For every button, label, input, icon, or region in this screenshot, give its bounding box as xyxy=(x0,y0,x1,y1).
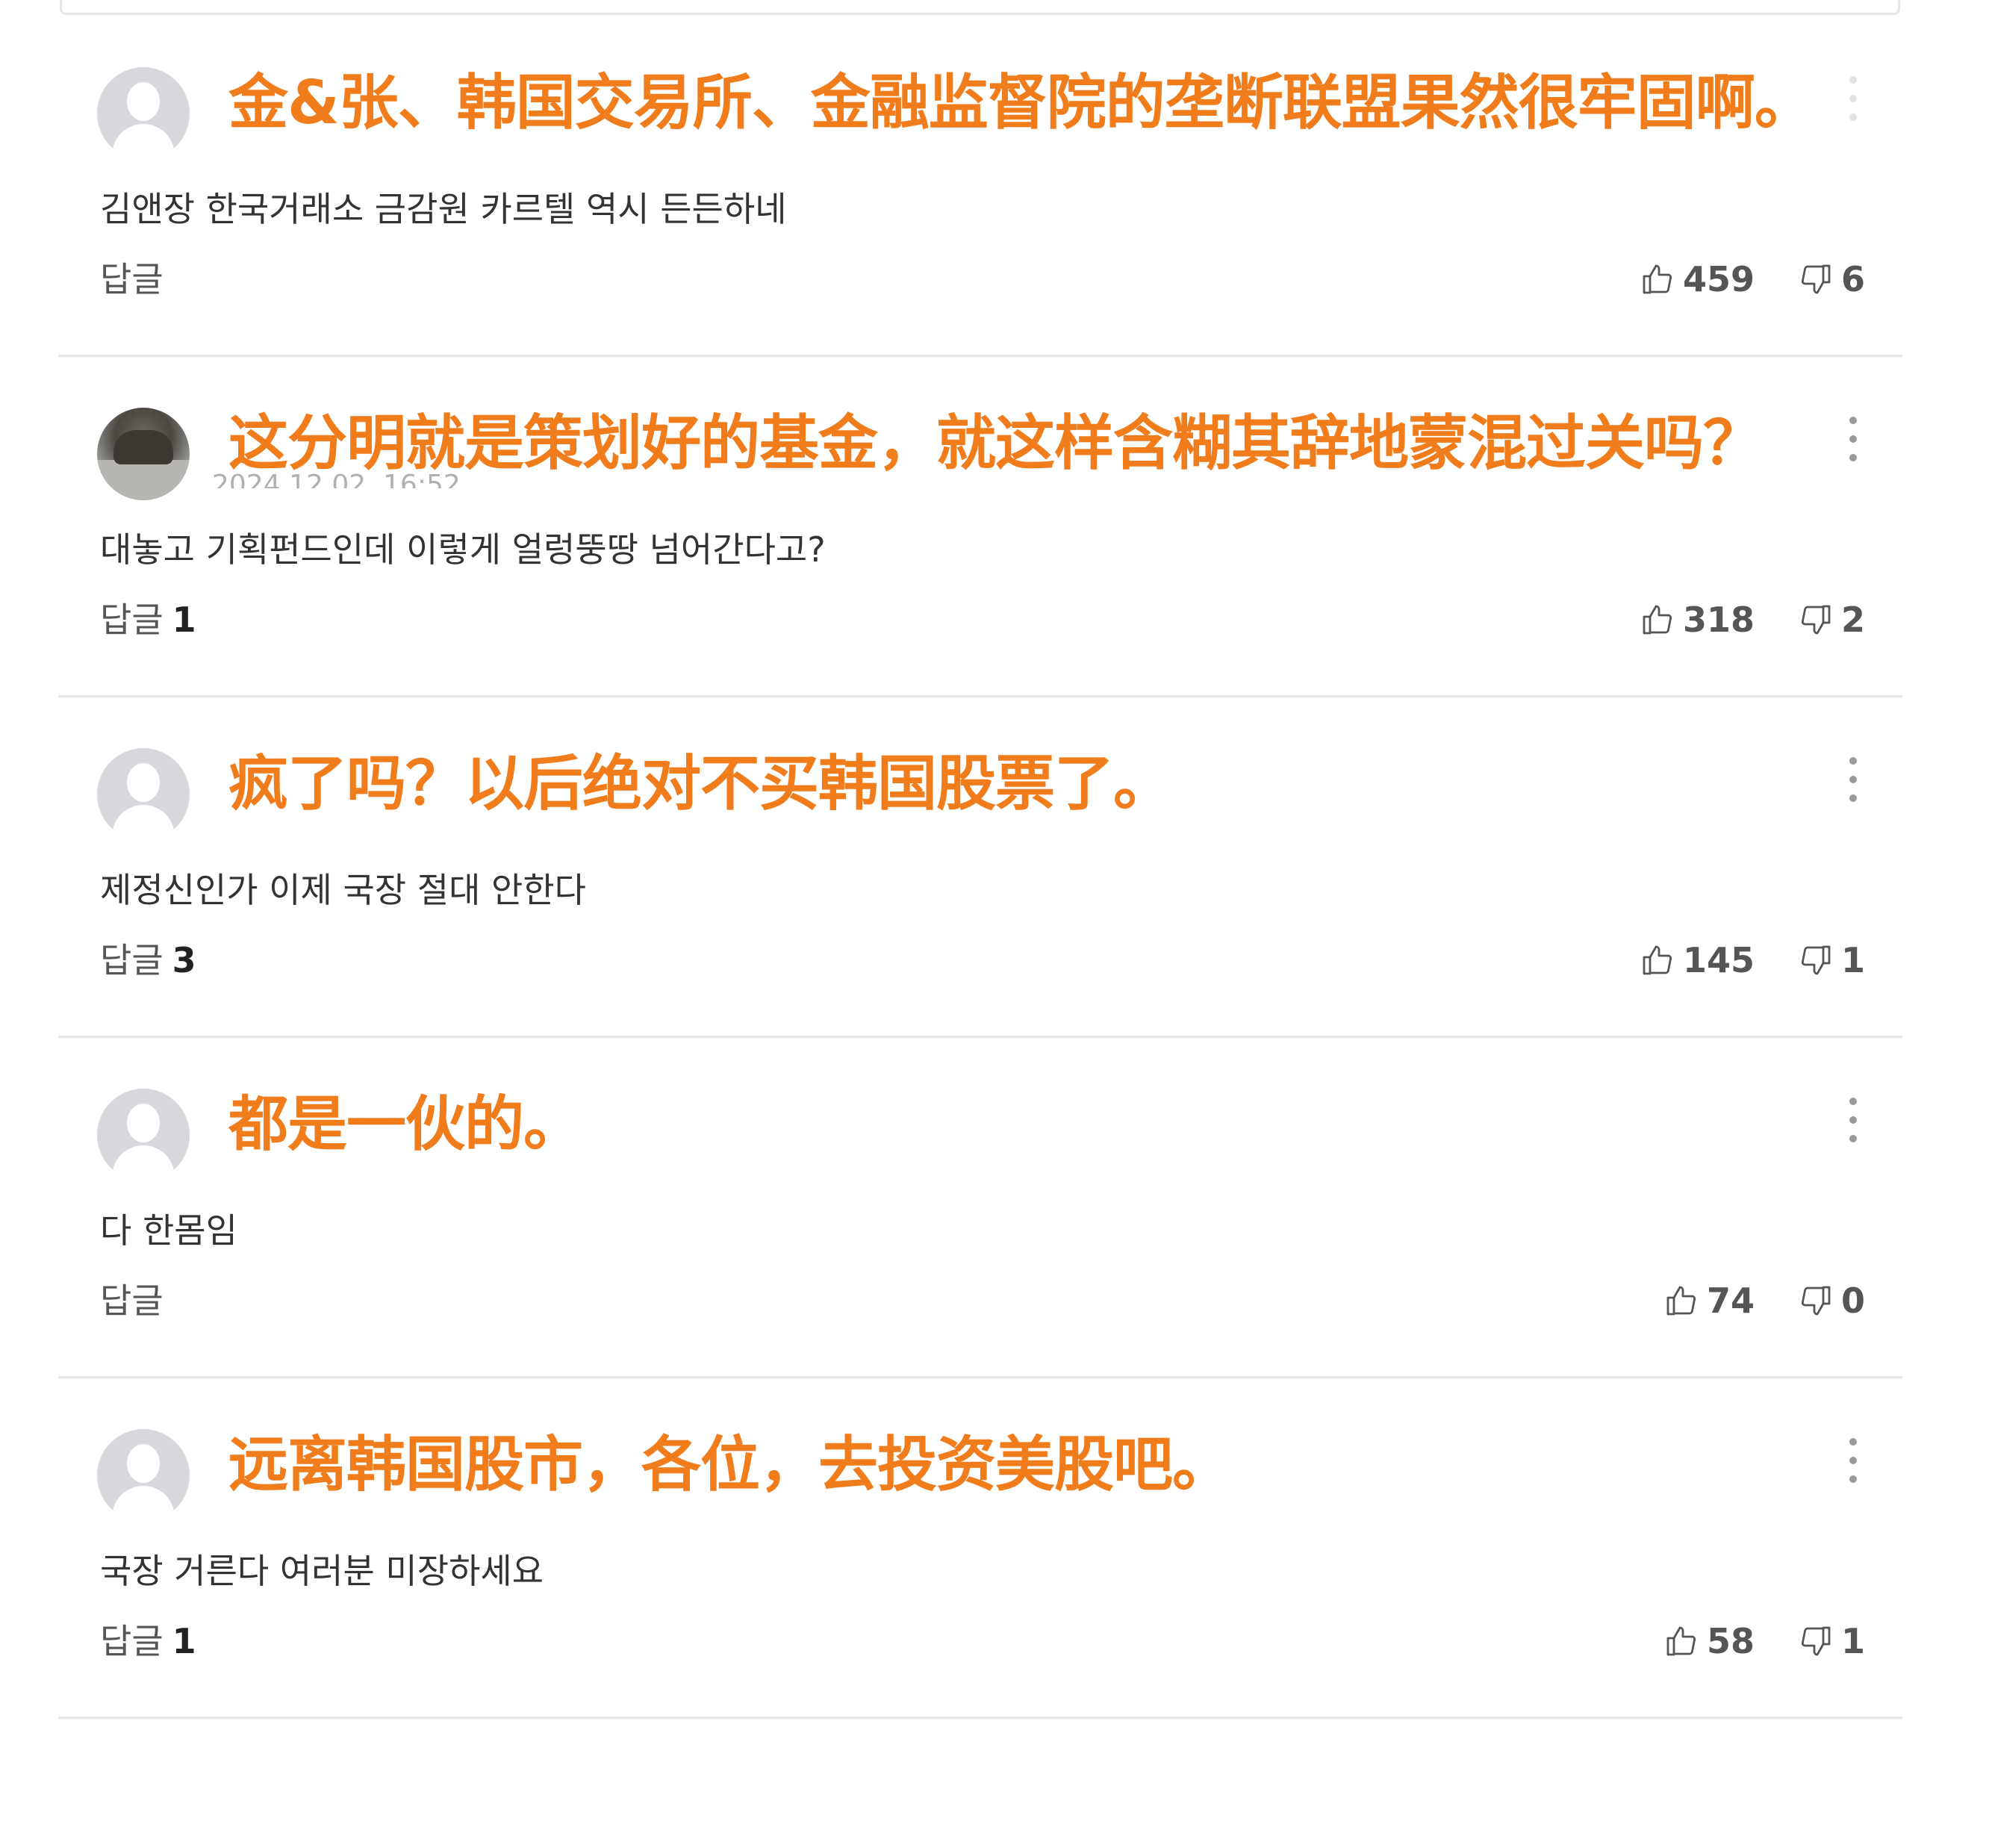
comment-text: 국장 거른다 여러분 미장하세요 xyxy=(100,1551,544,1591)
avatar-photo-ground xyxy=(97,460,190,500)
more-options-icon[interactable] xyxy=(1846,757,1861,802)
like-button[interactable]: 318 xyxy=(1640,600,1755,640)
avatar-head-shape xyxy=(127,1104,160,1142)
dislike-count: 1 xyxy=(1840,940,1865,980)
like-count: 58 xyxy=(1706,1621,1755,1661)
like-button[interactable]: 145 xyxy=(1640,940,1755,980)
thumbs-up-icon xyxy=(1643,264,1672,294)
comment-item: 疯了吗？以后绝对不买韩国股票了。 제정신인가 이제 국장 절대 안한다 답글 3 … xyxy=(58,697,1902,1038)
reply-label: 답글 xyxy=(100,1621,164,1661)
avatar[interactable] xyxy=(97,1429,190,1522)
dislike-count: 2 xyxy=(1840,600,1865,640)
comment-text: 다 한몸임 xyxy=(100,1210,237,1251)
reply-count: 1 xyxy=(172,1621,196,1661)
translation-overlay: 远离韩国股市，各位，去投资美股吧。 xyxy=(228,1430,1232,1499)
comment-item: 远离韩国股市，各位，去投资美股吧。 국장 거른다 여러분 미장하세요 답글 1 5… xyxy=(58,1378,1902,1719)
reply-button[interactable]: 답글 xyxy=(100,1278,172,1323)
like-count: 318 xyxy=(1682,600,1755,640)
translation-overlay: 疯了吗？以后绝对不买韩国股票了。 xyxy=(228,749,1173,818)
avatar-photo-subject xyxy=(113,430,173,464)
like-button[interactable]: 58 xyxy=(1663,1621,1755,1661)
reply-label: 답글 xyxy=(100,1281,164,1321)
reply-count: 1 xyxy=(172,600,196,640)
dislike-count: 6 xyxy=(1840,259,1865,299)
avatar-head-shape xyxy=(127,1444,160,1483)
avatar-shoulders-shape xyxy=(112,124,175,160)
more-options-icon[interactable] xyxy=(1846,76,1861,121)
comment-item: 都是一伙的。 다 한몸임 답글 74 0 xyxy=(58,1038,1902,1378)
comment-item: 金&张、韩国交易所、金融监督院的垄断联盟果然很牢固啊。 김앤장 한국거래소 금감… xyxy=(58,16,1902,357)
comment-text: 제정신인가 이제 국장 절대 안한다 xyxy=(100,870,586,910)
thumbs-up-icon xyxy=(1666,1626,1696,1656)
avatar-shoulders-shape xyxy=(112,1145,175,1181)
comment-item: 2024.12.02. 16:52 这分明就是策划好的基金，就这样含糊其辞地蒙混… xyxy=(58,357,1902,697)
reply-button[interactable]: 답글 1 xyxy=(100,1619,196,1664)
vote-bar: 145 1 xyxy=(1640,938,1865,983)
vote-bar: 459 6 xyxy=(1640,257,1865,302)
avatar[interactable] xyxy=(97,408,190,500)
vote-bar: 318 2 xyxy=(1640,597,1865,642)
dislike-button[interactable]: 1 xyxy=(1798,1621,1865,1661)
comment-text: 김앤장 한국거래소 금감원 카르텔 역시 든든하네 xyxy=(100,189,787,229)
vote-bar: 74 0 xyxy=(1663,1278,1865,1323)
thumbs-down-icon xyxy=(1801,264,1831,294)
like-button[interactable]: 459 xyxy=(1640,259,1755,299)
avatar[interactable] xyxy=(97,67,190,160)
comment-list: 金&张、韩国交易所、金融监督院的垄断联盟果然很牢固啊。 김앤장 한국거래소 금감… xyxy=(58,16,1902,1719)
reply-label: 답글 xyxy=(100,259,164,299)
avatar[interactable] xyxy=(97,1089,190,1181)
avatar-head-shape xyxy=(127,763,160,802)
translation-overlay: 这分明就是策划好的基金，就这样含糊其辞地蒙混过关吗？ xyxy=(228,408,1763,478)
dislike-count: 0 xyxy=(1840,1281,1865,1321)
reply-label: 답글 xyxy=(100,940,164,980)
reply-label: 답글 xyxy=(100,600,164,640)
avatar[interactable] xyxy=(97,748,190,841)
reply-button[interactable]: 답글 3 xyxy=(100,938,196,983)
thumbs-down-icon xyxy=(1801,945,1831,975)
more-options-icon[interactable] xyxy=(1846,1098,1861,1142)
reply-count: 3 xyxy=(172,940,196,980)
thumbs-down-icon xyxy=(1801,1286,1831,1316)
dislike-button[interactable]: 6 xyxy=(1798,259,1865,299)
translation-overlay: 金&张、韩国交易所、金融监督院的垄断联盟果然很牢固啊。 xyxy=(228,68,1814,137)
thumbs-down-icon xyxy=(1801,1626,1831,1656)
reply-button[interactable]: 답글 1 xyxy=(100,597,196,642)
more-options-icon[interactable] xyxy=(1846,417,1861,461)
comment-text: 대놓고 기획펀드인데 이렇게 얼렁뚱땅 넘어간다고? xyxy=(100,529,826,570)
thumbs-up-icon xyxy=(1643,945,1672,975)
dislike-button[interactable]: 1 xyxy=(1798,940,1865,980)
thumbs-up-icon xyxy=(1666,1286,1696,1316)
like-button[interactable]: 74 xyxy=(1663,1281,1755,1321)
like-count: 145 xyxy=(1682,940,1755,980)
dislike-count: 1 xyxy=(1840,1621,1865,1661)
avatar-head-shape xyxy=(127,82,160,121)
reply-button[interactable]: 답글 xyxy=(100,257,172,302)
dislike-button[interactable]: 0 xyxy=(1798,1281,1865,1321)
translation-overlay: 都是一伙的。 xyxy=(228,1089,583,1159)
like-count: 74 xyxy=(1706,1281,1755,1321)
avatar-shoulders-shape xyxy=(112,805,175,841)
more-options-icon[interactable] xyxy=(1846,1438,1861,1483)
thumbs-down-icon xyxy=(1801,605,1831,635)
avatar-shoulders-shape xyxy=(112,1486,175,1522)
thumbs-up-icon xyxy=(1643,605,1672,635)
like-count: 459 xyxy=(1682,259,1755,299)
top-divider xyxy=(60,0,1900,15)
dislike-button[interactable]: 2 xyxy=(1798,600,1865,640)
vote-bar: 58 1 xyxy=(1663,1619,1865,1664)
